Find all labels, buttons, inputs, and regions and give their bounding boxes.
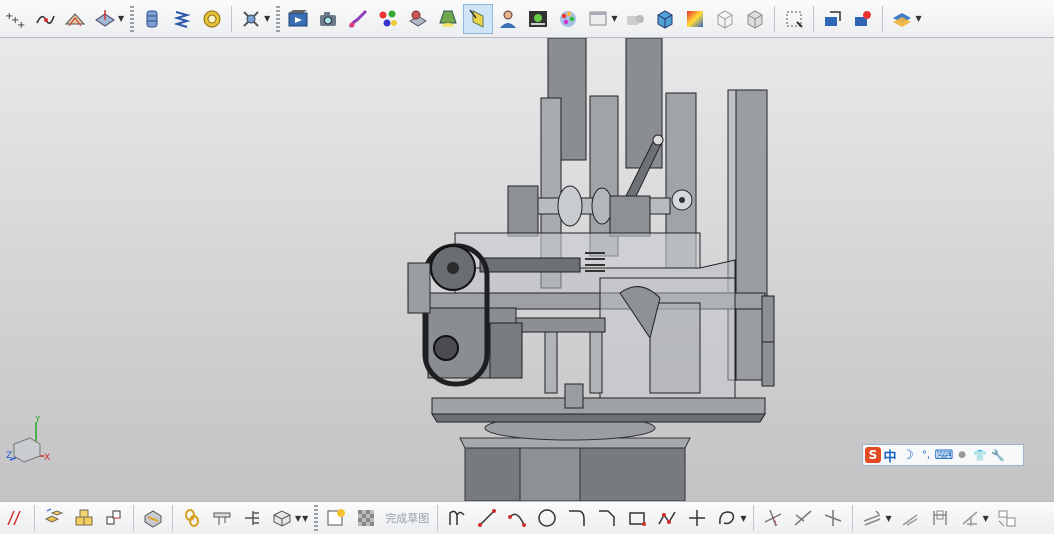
render-icon[interactable] <box>621 5 649 33</box>
separator <box>774 5 776 32</box>
offset-icon[interactable] <box>858 504 886 532</box>
punctuation-icon[interactable]: °, <box>917 446 935 464</box>
toolbar-grip[interactable] <box>276 5 281 32</box>
separator <box>437 505 439 531</box>
spring-icon[interactable] <box>168 5 196 33</box>
dropdown-arrow[interactable]: ▼ <box>740 514 746 523</box>
point-set-icon[interactable]: + + + <box>1 5 29 33</box>
separator <box>231 5 233 32</box>
top-toolbar: + + + ▼ ▼ ▼ ▼ <box>0 0 1054 38</box>
wrench-icon[interactable]: 🔧 <box>989 446 1007 464</box>
ime-chinese-mode-toggle[interactable]: 中 <box>881 446 899 465</box>
profile-icon[interactable] <box>443 504 471 532</box>
studio-spline-icon[interactable] <box>713 504 741 532</box>
bottom-toolbar: ▼ ▼ 完成草图 ▼ ▼ ▼ <box>0 501 1054 534</box>
separator <box>882 5 884 32</box>
toolbar-grip[interactable] <box>314 505 319 531</box>
light-icon[interactable] <box>434 5 462 33</box>
constraint-icon[interactable] <box>1 504 29 532</box>
dropdown-arrow[interactable]: ▼ <box>983 514 989 523</box>
triad-z-label: Z <box>6 451 12 461</box>
coordinate-triad: Y Z X <box>6 416 50 463</box>
wireframe-icon[interactable] <box>711 5 739 33</box>
user-account-icon[interactable]: ● <box>953 446 971 464</box>
coil-icon[interactable] <box>198 5 226 33</box>
chamfer-icon[interactable] <box>593 504 621 532</box>
view-3d-icon[interactable] <box>268 504 296 532</box>
finish-sketch-icon[interactable] <box>352 504 380 532</box>
triad-y-label: Y <box>34 416 41 425</box>
constraint-display-icon[interactable] <box>956 504 984 532</box>
dropdown-arrow[interactable]: ▼ <box>885 514 891 523</box>
line-icon[interactable] <box>473 504 501 532</box>
dropdown-arrow[interactable]: ▼ <box>611 14 617 23</box>
rectangle-icon[interactable] <box>623 504 651 532</box>
measure-icon[interactable] <box>208 504 236 532</box>
separator <box>34 505 35 531</box>
color-balls-icon[interactable] <box>374 5 402 33</box>
separator <box>172 505 173 531</box>
image-icon[interactable] <box>524 5 552 33</box>
skin-icon[interactable]: 👕 <box>971 446 989 464</box>
offset-curve-icon[interactable] <box>61 5 89 33</box>
display-part-icon[interactable] <box>819 5 847 33</box>
shaded-box-icon[interactable] <box>741 5 769 33</box>
point-icon[interactable] <box>683 504 711 532</box>
selected-highlight-icon[interactable] <box>463 3 494 34</box>
assembly-tool-icon[interactable] <box>237 5 265 33</box>
layout-icon[interactable] <box>238 504 266 532</box>
quick-trim-icon[interactable] <box>759 504 787 532</box>
ime-status-bar: S 中 ☽ °, ⌨ ● 👕 🔧 <box>862 444 1024 466</box>
animation-icon[interactable] <box>284 5 312 33</box>
palette-icon[interactable] <box>554 5 582 33</box>
dropdown-arrow[interactable]: ▼ <box>264 14 270 23</box>
dropdown-arrow[interactable]: ▼ <box>915 14 921 23</box>
fit-view-icon[interactable] <box>780 5 808 33</box>
keyboard-icon[interactable]: ⌨ <box>935 446 954 464</box>
sketch-icon[interactable] <box>322 504 350 532</box>
polyline-icon[interactable] <box>653 504 681 532</box>
dropdown-arrow[interactable]: ▼ <box>295 514 301 523</box>
gradient-icon[interactable] <box>681 5 709 33</box>
robot-gripper-model[interactable] <box>0 38 1054 501</box>
dimension-icon[interactable] <box>926 504 954 532</box>
separator <box>852 505 854 531</box>
assembly-icon[interactable] <box>40 504 68 532</box>
sogou-logo-icon[interactable]: S <box>865 447 881 463</box>
camera-icon[interactable] <box>314 5 342 33</box>
box-tint-icon[interactable] <box>651 5 679 33</box>
curve-on-surface-icon[interactable] <box>31 5 59 33</box>
layer-settings-icon[interactable] <box>888 5 916 33</box>
pattern-icon[interactable] <box>100 504 128 532</box>
project-curve-icon[interactable] <box>91 5 119 33</box>
window-icon[interactable] <box>584 5 612 33</box>
quick-extend-icon[interactable] <box>789 504 817 532</box>
fillet-icon[interactable] <box>563 504 591 532</box>
finish-sketch-button[interactable]: 完成草图 <box>385 510 429 526</box>
separator <box>813 5 815 32</box>
brush-icon[interactable] <box>344 5 372 33</box>
user-icon[interactable] <box>494 5 522 33</box>
link-icon[interactable] <box>178 504 206 532</box>
svg-text:+: + <box>17 20 25 30</box>
graphics-viewport[interactable]: Y Z X S 中 ☽ °, ⌨ ● 👕 🔧 <box>0 38 1054 501</box>
dropdown-arrow[interactable]: ▼ <box>118 14 124 23</box>
inspect-icon[interactable] <box>139 504 167 532</box>
component-icon[interactable] <box>70 504 98 532</box>
make-corner-icon[interactable] <box>819 504 847 532</box>
separator <box>133 505 134 531</box>
edit-part-icon[interactable] <box>849 5 877 33</box>
mirror-icon[interactable] <box>896 504 924 532</box>
circle-icon[interactable] <box>533 504 561 532</box>
separator <box>753 505 755 531</box>
dropdown-arrow[interactable]: ▼ <box>302 514 308 523</box>
extrude-cylinder-icon[interactable] <box>138 5 166 33</box>
triad-x-label: X <box>44 453 50 463</box>
toolbar-grip[interactable] <box>130 5 135 32</box>
moon-icon[interactable]: ☽ <box>899 446 917 464</box>
sketch-settings-icon[interactable] <box>993 504 1021 532</box>
arc-icon[interactable] <box>503 504 531 532</box>
material-icon[interactable] <box>404 5 432 33</box>
